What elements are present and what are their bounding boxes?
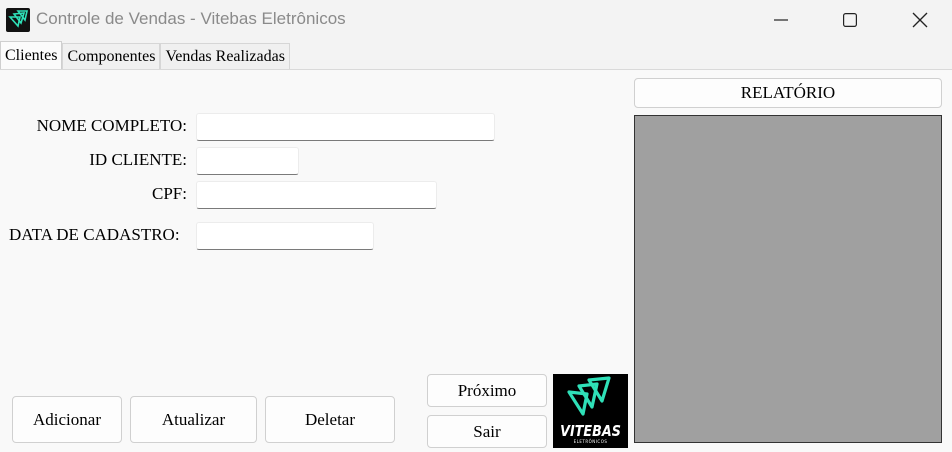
relatorio-area xyxy=(634,115,942,443)
cpf-label: CPF: xyxy=(152,184,187,203)
maximize-button[interactable] xyxy=(818,0,882,40)
nome-label: NOME COMPLETO: xyxy=(36,116,187,135)
minimize-button[interactable] xyxy=(749,0,813,40)
window-title: Controle de Vendas - Vitebas Eletrônicos xyxy=(36,9,346,28)
id-cliente-input[interactable] xyxy=(196,147,299,175)
sair-button[interactable]: Sair xyxy=(427,415,547,448)
minimize-icon xyxy=(774,19,788,21)
tab-bar: Clientes Componentes Vendas Realizadas xyxy=(0,41,290,69)
vitebas-logo-icon xyxy=(567,376,611,416)
logo-name: VITEBAS xyxy=(560,422,621,440)
relatorio-button[interactable]: RELATÓRIO xyxy=(634,78,942,108)
vitebas-logo: VITEBAS ELETRÔNICOS xyxy=(553,374,628,448)
close-icon xyxy=(912,12,928,28)
data-cadastro-input[interactable] xyxy=(196,222,374,250)
title-bar: Controle de Vendas - Vitebas Eletrônicos xyxy=(0,0,952,40)
tab-clientes[interactable]: Clientes xyxy=(0,41,63,69)
id-cliente-label: ID CLIENTE: xyxy=(89,150,187,169)
clientes-panel: NOME COMPLETO: ID CLIENTE: CPF: DATA DE … xyxy=(0,70,952,452)
logo-subtitle: ELETRÔNICOS xyxy=(573,439,608,444)
atualizar-button[interactable]: Atualizar xyxy=(130,396,257,443)
close-button[interactable] xyxy=(888,0,952,40)
nome-completo-input[interactable] xyxy=(196,113,495,141)
app-logo-icon xyxy=(6,8,30,32)
proximo-button[interactable]: Próximo xyxy=(427,374,547,407)
tab-vendas-realizadas[interactable]: Vendas Realizadas xyxy=(160,43,290,69)
deletar-button[interactable]: Deletar xyxy=(265,396,395,443)
tab-componentes[interactable]: Componentes xyxy=(62,43,161,69)
data-cadastro-label: DATA DE CADASTRO: xyxy=(9,225,180,244)
maximize-icon xyxy=(843,13,857,27)
adicionar-button[interactable]: Adicionar xyxy=(12,396,122,443)
cpf-input[interactable] xyxy=(196,181,437,209)
